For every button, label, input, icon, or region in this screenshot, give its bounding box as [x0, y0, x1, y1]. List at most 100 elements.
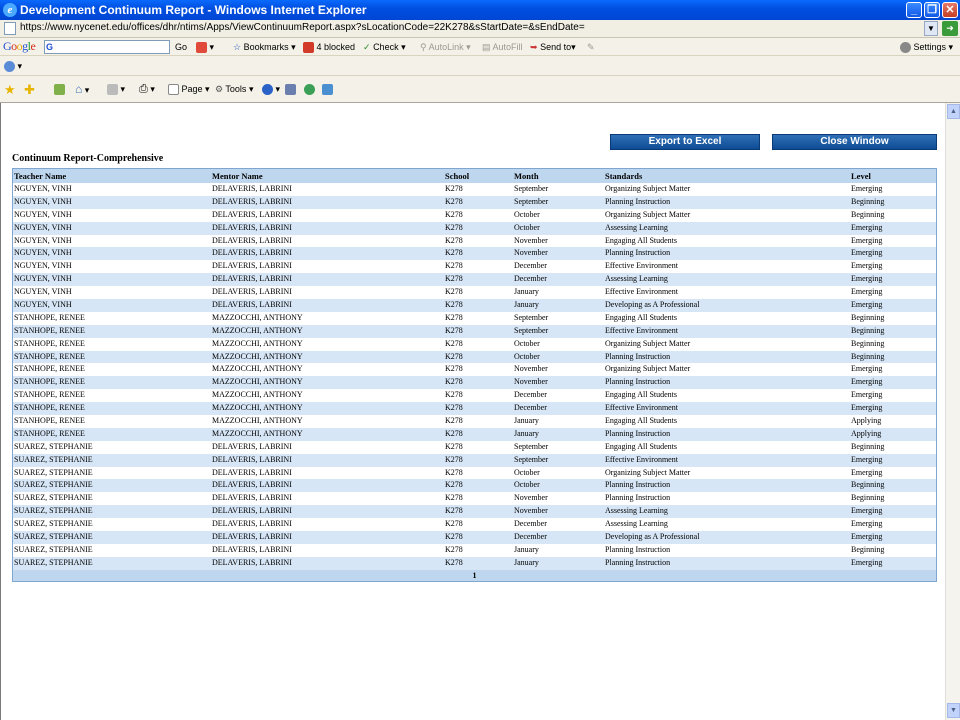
export-to-excel-button[interactable]: Export to Excel [610, 134, 760, 150]
cell-mentor: DELAVERIS, LABRINI [212, 248, 292, 258]
add-favorite-icon[interactable]: ✚ [24, 83, 35, 96]
cell-level: Emerging [851, 377, 883, 387]
cell-standards: Assessing Learning [605, 519, 668, 529]
send-to-label: Send to [540, 42, 572, 52]
help-icon [262, 84, 273, 96]
cell-level: Emerging [851, 506, 883, 516]
help-button[interactable]: ▾ [262, 83, 280, 96]
cell-teacher: NGUYEN, VINH [14, 222, 72, 232]
cell-school: K278 [445, 312, 463, 322]
pager[interactable]: 1 [13, 569, 936, 581]
favorites-star-icon[interactable]: ★ [4, 83, 16, 96]
cell-mentor: DELAVERIS, LABRINI [212, 454, 292, 464]
cell-month: November [514, 235, 548, 245]
messenger-icon[interactable] [304, 83, 315, 96]
cell-teacher: STANHOPE, RENEE [14, 325, 85, 335]
cell-month: October [514, 338, 540, 348]
cell-mentor: DELAVERIS, LABRINI [212, 532, 292, 542]
print-button[interactable]: ⎙ ▾ [139, 83, 155, 96]
addon-icon[interactable] [322, 83, 333, 96]
table-row: NGUYEN, VINH DELAVERIS, LABRINI K278 Septem… [13, 183, 936, 196]
cell-standards: Engaging All Students [605, 390, 677, 400]
spell-check-button[interactable]: ✓ Check ▾ [363, 41, 406, 54]
home-button[interactable]: ⌂ ▾ [75, 83, 89, 97]
address-input[interactable]: https://www.nycenet.edu/offices/dhr/ntim… [20, 22, 585, 33]
google-go-button[interactable]: Go [175, 41, 187, 54]
scroll-down-icon[interactable]: ▼ [947, 703, 960, 718]
browser-window: e Development Continuum Report - Windows… [0, 0, 960, 720]
column-header-teacher: Teacher Name [14, 171, 67, 181]
report-table: Teacher Name Mentor Name School Month St… [12, 168, 937, 582]
feeds-button[interactable]: ▾ [107, 83, 125, 96]
cell-month: January [514, 416, 539, 426]
cell-standards: Engaging All Students [605, 312, 677, 322]
ie-logo-icon: e [3, 3, 17, 17]
google-search-input[interactable]: G [44, 40, 170, 54]
close-window-page-button[interactable]: Close Window [772, 134, 937, 150]
maximize-button[interactable]: ❐ [924, 2, 940, 18]
settings-button[interactable]: Settings ▾ [900, 41, 953, 54]
cell-month: January [514, 287, 539, 297]
popup-blocked-button[interactable]: 4 blocked [303, 41, 355, 54]
blocked-label: 4 blocked [316, 42, 356, 52]
cell-teacher: NGUYEN, VINH [14, 300, 72, 310]
cell-mentor: DELAVERIS, LABRINI [212, 506, 292, 516]
table-body: NGUYEN, VINH DELAVERIS, LABRINI K278 Septem… [13, 183, 936, 570]
cell-level: Emerging [851, 454, 883, 464]
cell-standards: Planning Instruction [605, 544, 671, 554]
autolink-button[interactable]: ⚲ AutoLink ▾ [420, 41, 471, 54]
cell-standards: Planning Instruction [605, 557, 671, 567]
cell-month: January [514, 557, 539, 567]
cell-teacher: NGUYEN, VINH [14, 209, 72, 219]
table-row: SUAREZ, STEPHANIE DELAVERIS, LABRINI K278 J… [13, 556, 936, 570]
google-menu-icon[interactable]: ▾ [196, 41, 214, 54]
cell-month: November [514, 364, 548, 374]
column-header-school: School [445, 171, 470, 181]
cell-standards: Organizing Subject Matter [605, 338, 691, 348]
cell-level: Emerging [851, 248, 883, 258]
cell-standards: Assessing Learning [605, 506, 668, 516]
cell-level: Beginning [851, 325, 885, 335]
close-window-button[interactable]: ✕ [942, 2, 958, 18]
table-row: SUAREZ, STEPHANIE DELAVERIS, LABRINI K278 N… [13, 505, 936, 519]
scroll-up-icon[interactable]: ▲ [947, 104, 960, 119]
send-to-button[interactable]: ➥ Send to▾ [530, 41, 576, 54]
cell-month: November [514, 506, 548, 516]
cell-month: October [514, 222, 540, 232]
page-menu-icon [168, 84, 179, 96]
cell-teacher: NGUYEN, VINH [14, 184, 72, 193]
page-menu-button[interactable]: Page ▾ [168, 83, 210, 96]
cell-level: Beginning [851, 338, 885, 348]
cell-level: Emerging [851, 261, 883, 271]
cell-school: K278 [445, 428, 463, 438]
cell-school: K278 [445, 325, 463, 335]
window-title: Development Continuum Report - Windows I… [20, 3, 367, 17]
cell-standards: Organizing Subject Matter [605, 184, 691, 193]
autolink-icon: ⚲ [420, 42, 427, 52]
cell-school: K278 [445, 403, 463, 413]
minimize-button[interactable]: _ [906, 2, 922, 18]
tools-menu-button[interactable]: ⚙ Tools ▾ [215, 83, 253, 96]
cell-mentor: MAZZOCCHI, ANTHONY [212, 325, 303, 335]
bookmarks-button[interactable]: ☆ Bookmarks ▾ [233, 41, 296, 54]
cell-mentor: MAZZOCCHI, ANTHONY [212, 403, 303, 413]
go-arrow-icon[interactable]: ➜ [942, 21, 958, 36]
column-header-level: Level [851, 171, 871, 181]
table-row: SUAREZ, STEPHANIE DELAVERIS, LABRINI K278 O… [13, 479, 936, 493]
gear-icon: ⚙ [215, 84, 224, 94]
highlight-icon[interactable]: ✎ [587, 41, 595, 54]
google-g-icon: G [46, 42, 56, 52]
toolbar-options-icon[interactable]: ▾ [4, 60, 22, 73]
vertical-scrollbar[interactable]: ▲ ▼ [945, 103, 960, 720]
cell-standards: Assessing Learning [605, 222, 668, 232]
cell-level: Emerging [851, 532, 883, 542]
research-icon[interactable] [285, 83, 296, 96]
tabs-icon[interactable] [54, 83, 65, 96]
autofill-button[interactable]: ▤ AutoFill [482, 41, 523, 54]
address-dropdown-icon[interactable]: ▼ [924, 21, 938, 36]
cell-month: November [514, 377, 548, 387]
table-row: STANHOPE, RENEE MAZZOCCHI, ANTHONY K278 Jan… [13, 415, 936, 428]
cell-teacher: STANHOPE, RENEE [14, 338, 85, 348]
settings-label: Settings [913, 42, 947, 52]
cell-school: K278 [445, 261, 463, 271]
